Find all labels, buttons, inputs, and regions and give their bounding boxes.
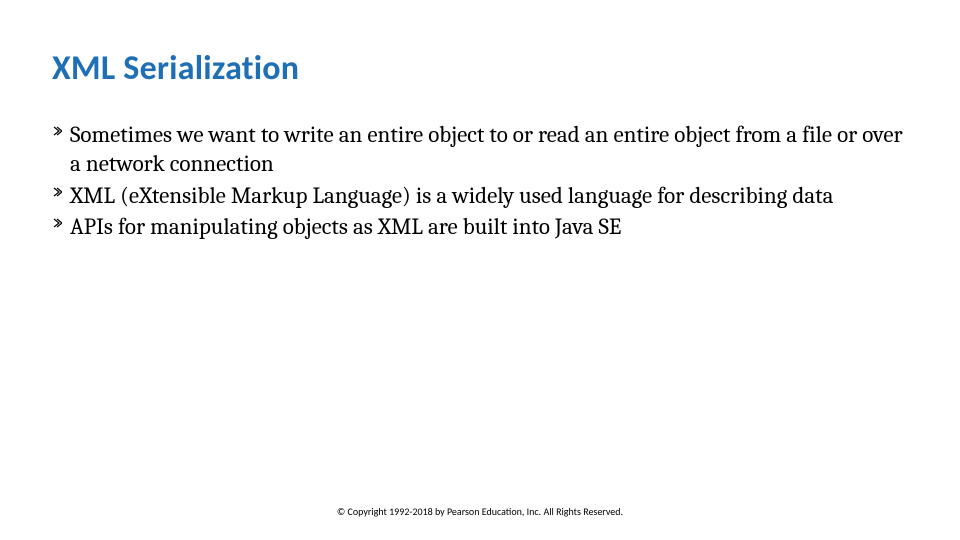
bullet-text: XML (eXtensible Markup Language) is a wi… bbox=[70, 181, 908, 210]
bullet-text: Sometimes we want to write an entire obj… bbox=[70, 120, 908, 179]
slide: XML Serialization Sometimes we want to w… bbox=[0, 0, 960, 540]
bullet-item: XML (eXtensible Markup Language) is a wi… bbox=[52, 181, 908, 210]
bullet-item: APIs for manipulating objects as XML are… bbox=[52, 212, 908, 241]
bullet-text: APIs for manipulating objects as XML are… bbox=[70, 212, 908, 241]
slide-title: XML Serialization bbox=[52, 48, 299, 89]
slide-body: Sometimes we want to write an entire obj… bbox=[52, 120, 908, 244]
bullet-item: Sometimes we want to write an entire obj… bbox=[52, 120, 908, 179]
bullet-arrow-icon bbox=[52, 187, 70, 197]
copyright-footer: © Copyright 1992-2018 by Pearson Educati… bbox=[0, 505, 960, 518]
bullet-arrow-icon bbox=[52, 218, 70, 228]
bullet-arrow-icon bbox=[52, 126, 70, 136]
